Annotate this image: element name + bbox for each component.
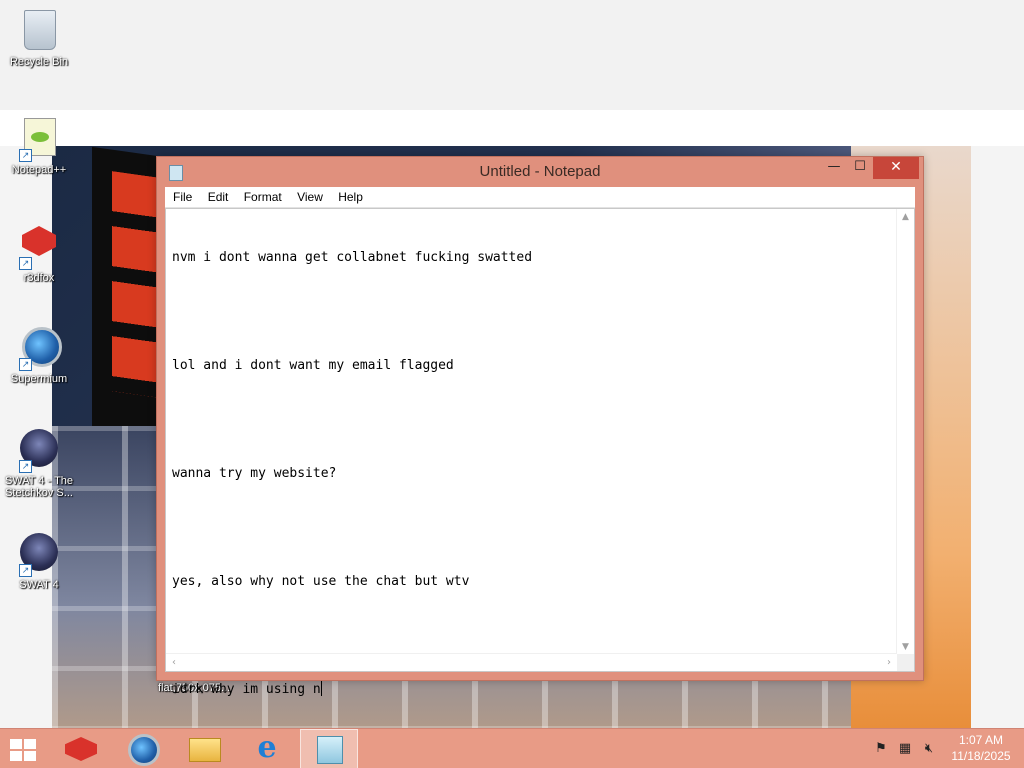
taskbar-app-supermium[interactable] (114, 729, 172, 768)
window-title: Untitled - Notepad (479, 163, 601, 180)
scroll-left-arrow-icon[interactable]: ‹ (166, 654, 182, 671)
taskbar: e ⚑ ▦ 🔇︎ 1:07 AM 11/18/2025 (0, 728, 1024, 768)
supermium-icon (128, 734, 160, 766)
r3dfox-icon (65, 737, 97, 761)
scroll-up-arrow-icon[interactable]: ▲ (897, 209, 914, 225)
menu-bar: File Edit Format View Help (165, 187, 915, 208)
minimize-button[interactable]: — (821, 157, 847, 179)
text-line (172, 303, 892, 321)
windows-logo-icon (24, 751, 36, 761)
resize-grip[interactable] (897, 654, 914, 671)
windows-logo-icon (24, 739, 36, 749)
shortcut-arrow-icon: ↗ (19, 564, 32, 577)
menu-view[interactable]: View (291, 187, 329, 207)
text-line (172, 519, 892, 537)
swat4-stetchkov-icon: ↗ (17, 429, 61, 473)
taskbar-app-notepad[interactable] (300, 729, 358, 768)
windows-logo-icon (10, 751, 22, 761)
text-line-content: idrk why im using n (172, 682, 321, 697)
swat4-icon: ↗ (17, 533, 61, 577)
close-button[interactable]: ✕ (873, 157, 919, 179)
desktop-icon-swat4-stetchkov[interactable]: ↗ SWAT 4 - The Stetchkov S... (1, 426, 77, 499)
horizontal-scrollbar[interactable]: ‹ › (166, 653, 897, 671)
text-line (172, 411, 892, 429)
text-line: lol and i dont want my email flagged (172, 358, 454, 373)
windows-logo-icon (10, 739, 22, 749)
text-line (172, 627, 892, 645)
text-line: wanna try my website? (172, 466, 337, 481)
action-center-flag-icon[interactable]: ⚑ (872, 739, 890, 759)
clock-date: 11/18/2025 (951, 749, 1011, 763)
desktop-icon-swat4[interactable]: ↗ SWAT 4 (1, 530, 77, 591)
notepad-icon (317, 736, 343, 764)
menu-format[interactable]: Format (238, 187, 288, 207)
desktop-background-top (0, 0, 1024, 110)
menu-file[interactable]: File (167, 187, 198, 207)
folder-icon (189, 738, 221, 762)
text-line: nvm i dont wanna get collabnet fucking s… (172, 250, 533, 265)
desktop-icon-label: Notepad++ (11, 164, 67, 176)
notepad-window[interactable]: Untitled - Notepad — ☐ ✕ File Edit Forma… (156, 156, 924, 697)
menu-help[interactable]: Help (332, 187, 369, 207)
desktop-icon-label: r3dfox (23, 272, 55, 284)
desktop-icon-notepad-plus-plus[interactable]: ↗ Notepad++ (1, 114, 77, 176)
shortcut-arrow-icon: ↗ (19, 358, 32, 371)
taskbar-app-internet-explorer[interactable]: e (238, 729, 296, 768)
recycle-bin-icon (17, 10, 61, 54)
desktop-icon-label: Supermium (10, 373, 68, 385)
scroll-right-arrow-icon[interactable]: › (881, 654, 897, 671)
desktop-icon-recycle-bin[interactable]: Recycle Bin (1, 6, 77, 68)
shortcut-arrow-icon: ↗ (19, 149, 32, 162)
text-line-last: idrk why im using n (172, 681, 892, 699)
desktop-icon-label: SWAT 4 (19, 579, 59, 591)
supermium-icon: ↗ (17, 327, 62, 371)
internet-explorer-icon: e (257, 730, 277, 765)
vertical-scrollbar[interactable]: ▲ ▼ (896, 209, 914, 655)
shortcut-arrow-icon: ↗ (19, 460, 32, 473)
desktop-icon-label: SWAT 4 - The Stetchkov S... (4, 475, 74, 499)
scroll-down-arrow-icon[interactable]: ▼ (897, 639, 914, 655)
shortcut-arrow-icon: ↗ (19, 257, 32, 270)
network-icon[interactable]: ▦ (896, 739, 914, 759)
text-content[interactable]: nvm i dont wanna get collabnet fucking s… (172, 213, 892, 697)
start-button[interactable] (8, 737, 38, 761)
text-editor[interactable]: nvm i dont wanna get collabnet fucking s… (165, 208, 915, 697)
text-line: yes, also why not use the chat but wtv (172, 574, 470, 589)
desktop-background-band (0, 110, 1024, 146)
menu-edit[interactable]: Edit (202, 187, 235, 207)
volume-muted-icon[interactable]: 🔇︎ (920, 739, 938, 759)
taskbar-app-r3dfox[interactable] (52, 729, 110, 768)
desktop-icon-label: Recycle Bin (9, 56, 69, 68)
maximize-button[interactable]: ☐ (847, 157, 873, 179)
title-bar[interactable]: Untitled - Notepad — ☐ ✕ (157, 157, 923, 187)
system-clock[interactable]: 1:07 AM 11/18/2025 (944, 732, 1018, 764)
notepad-plus-plus-icon: ↗ (17, 118, 61, 162)
clock-time: 1:07 AM (958, 733, 1004, 747)
desktop-icon-r3dfox[interactable]: ↗ r3dfox (1, 218, 77, 284)
taskbar-app-file-explorer[interactable] (176, 729, 234, 768)
r3dfox-icon: ↗ (17, 226, 61, 270)
desktop-icon-supermium[interactable]: ↗ Supermium (1, 322, 77, 385)
text-caret (320, 681, 322, 696)
